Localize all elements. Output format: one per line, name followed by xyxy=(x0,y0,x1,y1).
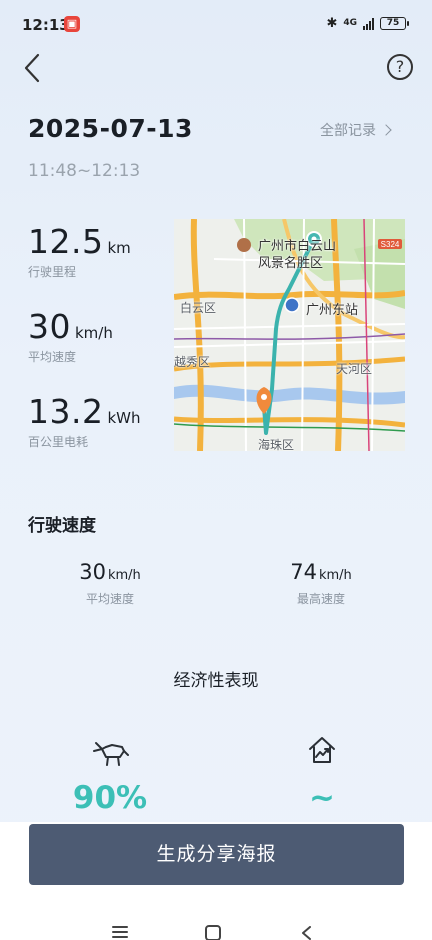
route-map[interactable]: S324 广州市白云山 风景名胜区 广州东站 白云区 越秀区 天河区 海珠区 xyxy=(174,219,405,451)
map-label-haizhu: 海珠区 xyxy=(258,438,295,451)
max-speed-box-label: 最高速度 xyxy=(296,592,345,606)
all-records-link[interactable]: 全部记录 xyxy=(320,120,392,140)
status-bar: 12:13 ▣ ✱ 4G 75 xyxy=(0,0,432,50)
help-icon: ? xyxy=(395,57,405,76)
economy-right-value: ~ xyxy=(309,780,335,816)
major-road xyxy=(190,219,204,451)
status-time: 12:13 xyxy=(22,16,70,34)
map-label-station: 广州东站 xyxy=(306,303,359,318)
max-speed-box-value: 74 xyxy=(290,560,317,584)
network-label: 4G xyxy=(343,18,357,28)
distance-stat: 12.5 km 行驶里程 xyxy=(28,222,131,280)
avg-speed-box: 30 km/h 平均速度 xyxy=(30,560,190,607)
avg-speed-unit: km/h xyxy=(75,324,113,342)
economy-left-value: 90% xyxy=(72,780,148,816)
economy-title: 经济性表现 xyxy=(173,671,259,691)
road-sign-text: S324 xyxy=(381,240,400,249)
app-notification-icon: ▣ xyxy=(64,16,80,32)
map-label-baiyun: 白云区 xyxy=(180,301,217,315)
max-speed-box: 74 km/h 最高速度 xyxy=(241,560,401,607)
max-speed-box-unit: km/h xyxy=(318,568,352,583)
ox-icon xyxy=(93,742,129,766)
map-label-scenic2: 风景名胜区 xyxy=(258,256,324,271)
trip-date: 2025-07-13 xyxy=(28,114,193,143)
back-icon[interactable] xyxy=(300,926,314,940)
energy-value: 13.2 xyxy=(28,392,104,431)
trip-detail-page: 12:13 ▣ ✱ 4G 75 ? 2025-07-13 全部记录 11:48~… xyxy=(0,0,432,940)
energy-unit: kWh xyxy=(107,409,141,427)
energy-label: 百公里电耗 xyxy=(28,435,89,449)
distance-unit: km xyxy=(107,239,131,257)
generate-share-poster-button[interactable]: 生成分享海报 xyxy=(29,824,404,885)
bluetooth-icon: ✱ xyxy=(326,16,338,31)
distance-value: 12.5 xyxy=(28,222,104,261)
map-label-tianhe: 天河区 xyxy=(336,362,373,376)
back-button[interactable] xyxy=(18,52,48,84)
home-icon[interactable] xyxy=(205,925,221,940)
speed-section-title: 行驶速度 xyxy=(28,516,96,536)
house-trend-icon xyxy=(309,737,335,763)
avg-speed-stat: 30 km/h 平均速度 xyxy=(28,307,113,365)
all-records-label: 全部记录 xyxy=(320,123,376,139)
battery-icon: 75 xyxy=(380,17,409,30)
map-label-yuexiu: 越秀区 xyxy=(174,355,211,369)
scenic-pin xyxy=(237,238,251,252)
station-pin xyxy=(284,297,300,313)
avg-speed-value: 30 xyxy=(28,307,71,346)
avg-speed-box-unit: km/h xyxy=(107,568,141,583)
avg-speed-box-value: 30 xyxy=(79,560,106,584)
trip-time-range: 11:48~12:13 xyxy=(28,161,141,181)
menu-icon[interactable] xyxy=(112,926,128,938)
distance-label: 行驶里程 xyxy=(28,265,77,279)
status-icons: ✱ 4G 75 xyxy=(326,16,409,31)
signal-icon xyxy=(363,17,374,30)
energy-stat: 13.2 kWh 百公里电耗 xyxy=(28,392,141,450)
avg-speed-label: 平均速度 xyxy=(28,350,77,364)
help-button[interactable]: ? xyxy=(387,54,413,80)
chevron-left-icon xyxy=(24,53,40,83)
major-road xyxy=(174,290,405,300)
system-nav-bar xyxy=(0,914,432,940)
major-road xyxy=(174,416,405,428)
chevron-right-icon xyxy=(380,124,392,136)
river xyxy=(174,384,405,405)
avg-speed-box-label: 平均速度 xyxy=(85,592,134,606)
